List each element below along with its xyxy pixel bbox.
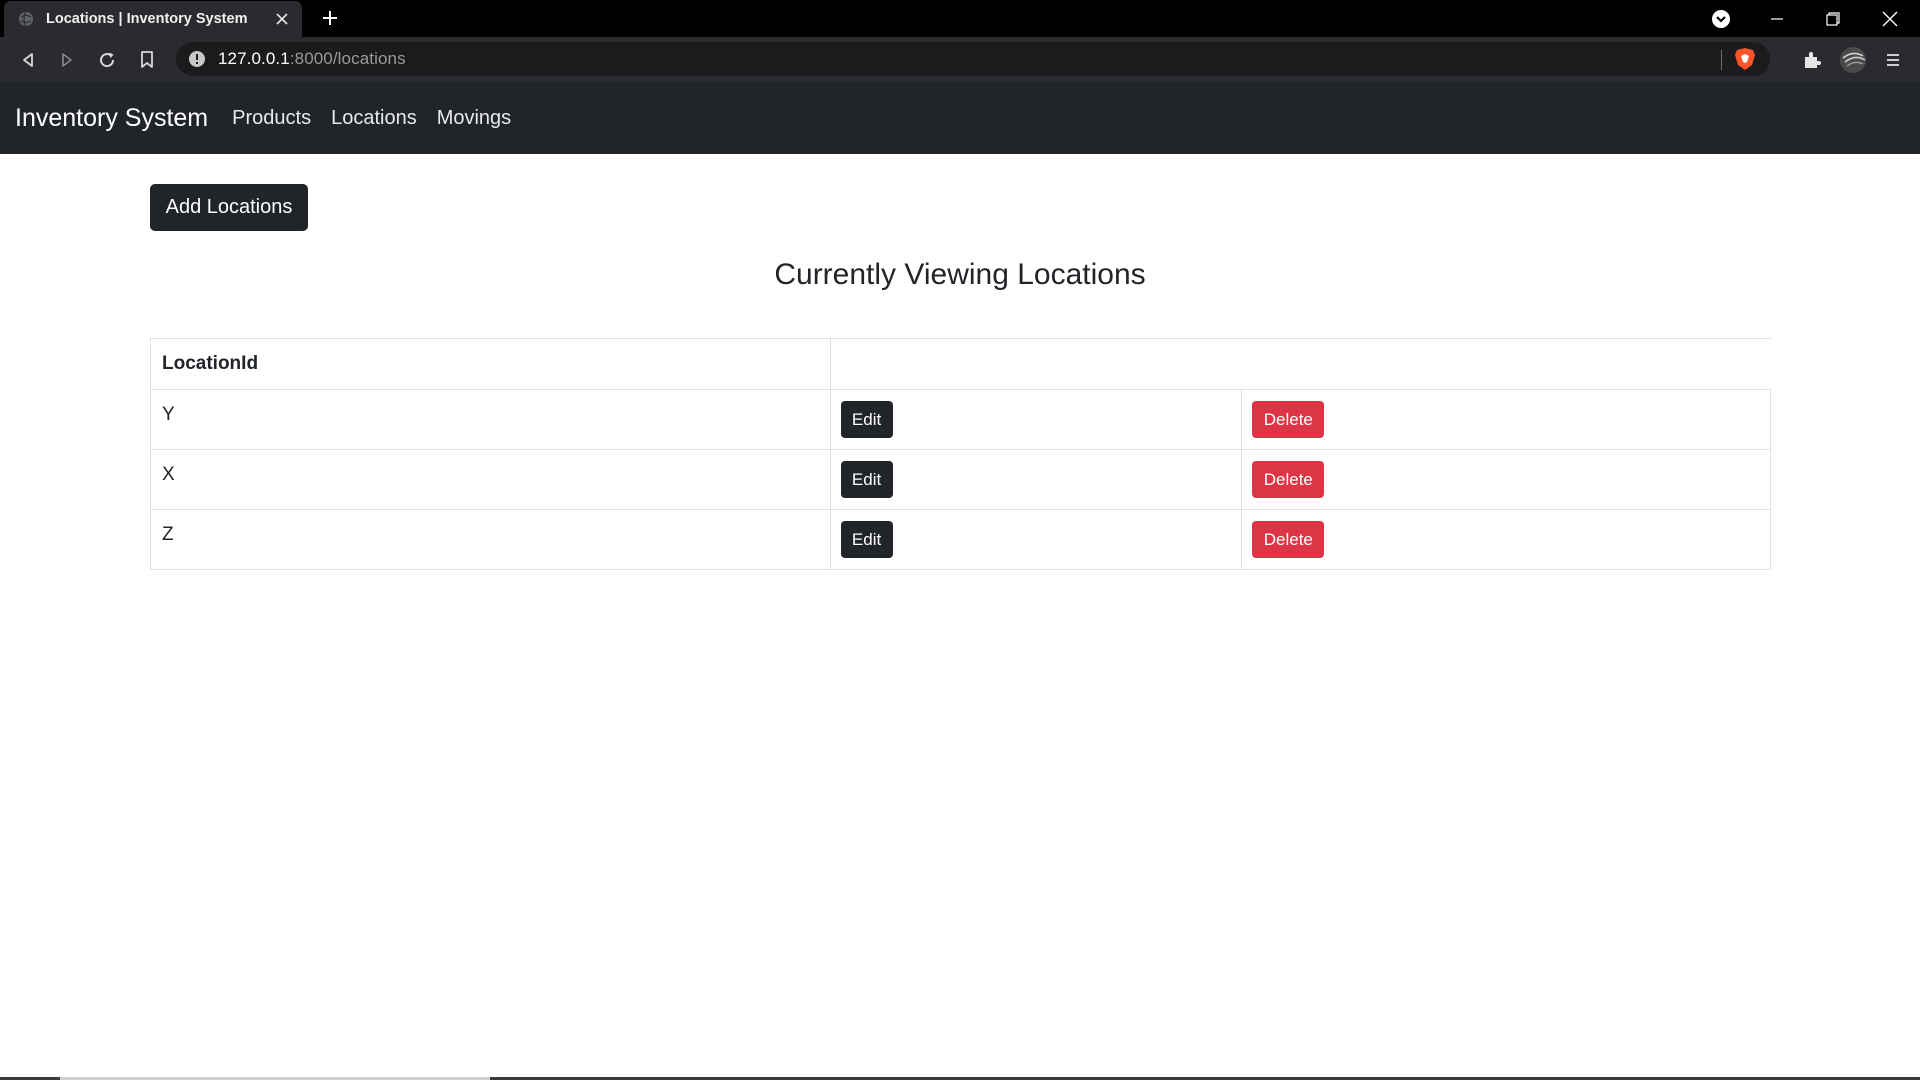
table-row: X Edit Delete	[150, 449, 1771, 510]
table-header-row: LocationId	[150, 338, 1771, 390]
profile-avatar[interactable]	[1838, 45, 1868, 75]
column-header-location-id: LocationId	[150, 338, 831, 390]
brave-shield-icon[interactable]	[1734, 47, 1756, 71]
globe-icon	[18, 11, 34, 27]
tab-title: Locations | Inventory System	[46, 11, 248, 27]
site-navbar: Inventory System Products Locations Movi…	[0, 82, 1920, 154]
edit-cell: Edit	[829, 509, 1243, 570]
address-bar[interactable]: 127.0.0.1:8000/locations	[176, 42, 1770, 76]
navbar-brand[interactable]: Inventory System	[15, 104, 208, 133]
edit-cell: Edit	[829, 449, 1243, 510]
delete-cell: Delete	[1241, 389, 1771, 450]
address-bar-divider	[1721, 50, 1722, 70]
column-header-actions	[829, 338, 1771, 390]
delete-cell: Delete	[1241, 509, 1771, 570]
delete-button[interactable]: Delete	[1252, 401, 1325, 438]
back-icon[interactable]	[13, 45, 43, 75]
edit-cell: Edit	[829, 389, 1243, 450]
edit-button[interactable]: Edit	[840, 401, 893, 438]
location-id-cell: Z	[150, 509, 831, 570]
table-row: Z Edit Delete	[150, 509, 1771, 570]
new-tab-icon[interactable]	[318, 6, 342, 30]
forward-icon[interactable]	[52, 45, 82, 75]
menu-icon[interactable]	[1878, 45, 1908, 75]
location-id-cell: Y	[150, 389, 831, 450]
table-row: Y Edit Delete	[150, 389, 1771, 450]
reload-icon[interactable]	[92, 45, 122, 75]
window-close-icon[interactable]	[1862, 0, 1918, 37]
delete-cell: Delete	[1241, 449, 1771, 510]
url-text: 127.0.0.1:8000/locations	[218, 49, 406, 68]
browser-toolbar: 127.0.0.1:8000/locations	[0, 37, 1920, 82]
add-locations-button[interactable]: Add Locations	[150, 184, 308, 231]
locations-table: LocationId Y Edit Delete X Edit Delete Z…	[150, 338, 1771, 570]
delete-button[interactable]: Delete	[1252, 521, 1325, 558]
edit-button[interactable]: Edit	[840, 521, 893, 558]
location-id-cell: X	[150, 449, 831, 510]
nav-link-products[interactable]: Products	[228, 107, 315, 130]
browser-tabstrip: Locations | Inventory System	[0, 0, 1920, 37]
site-info-icon[interactable]	[188, 50, 206, 68]
minimize-icon[interactable]	[1749, 0, 1805, 37]
delete-button[interactable]: Delete	[1252, 461, 1325, 498]
close-tab-icon[interactable]	[270, 7, 294, 31]
nav-link-movings[interactable]: Movings	[433, 107, 515, 130]
nav-link-locations[interactable]: Locations	[327, 107, 421, 130]
browser-tab[interactable]: Locations | Inventory System	[4, 1, 302, 37]
page-title: Currently Viewing Locations	[774, 258, 1146, 291]
extensions-icon[interactable]	[1797, 45, 1827, 75]
tab-search-icon[interactable]	[1693, 0, 1749, 37]
bookmark-icon[interactable]	[132, 45, 162, 75]
edit-button[interactable]: Edit	[840, 461, 893, 498]
restore-icon[interactable]	[1805, 0, 1861, 37]
